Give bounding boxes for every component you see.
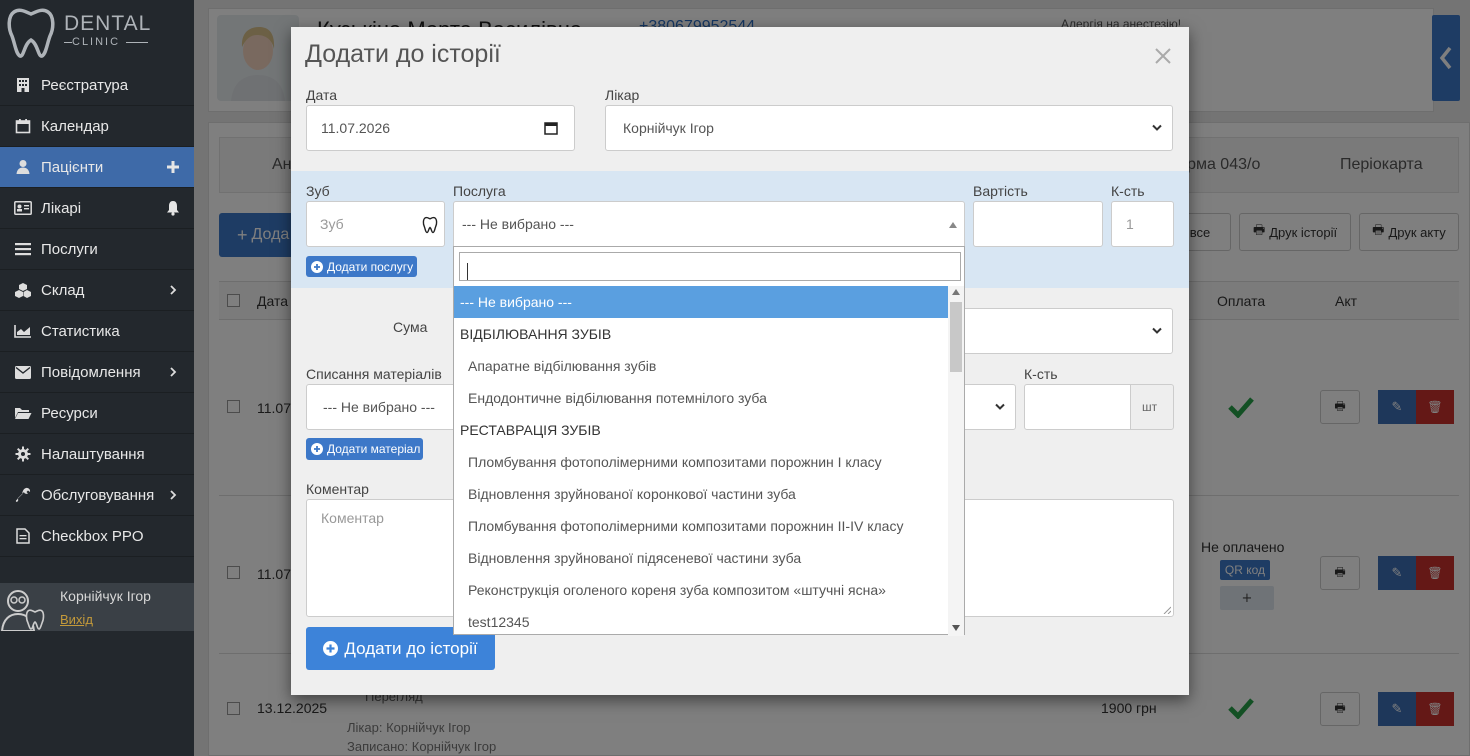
scrollbar-thumb[interactable] xyxy=(950,302,962,372)
service-select[interactable]: --- Не вибрано --- xyxy=(453,201,965,247)
quantity-label: К-сть xyxy=(1111,183,1145,199)
material-quantity-label: К-сть xyxy=(1024,366,1058,382)
service-options-list: --- Не вибрано --- ВІДБІЛЮВАННЯ ЗУБІВ Ап… xyxy=(454,286,948,636)
materials-label: Списання матеріалів xyxy=(306,366,442,382)
dropdown-option[interactable]: test12345 xyxy=(454,606,948,636)
chevron-down-icon xyxy=(995,403,1005,410)
dropdown-option[interactable]: --- Не вибрано --- xyxy=(454,286,948,318)
date-input[interactable]: 11.07.2026 xyxy=(306,105,575,151)
scroll-up-icon[interactable] xyxy=(952,289,960,295)
date-label: Дата xyxy=(306,87,338,103)
dropdown-group-header: ВІДБІЛЮВАННЯ ЗУБІВ xyxy=(460,326,612,342)
dropdown-option[interactable]: Пломбування фотополімерними композитами … xyxy=(454,446,948,478)
quantity-input[interactable]: 1 xyxy=(1111,201,1174,247)
caret-up-icon xyxy=(949,222,957,228)
plus-circle-icon xyxy=(311,260,323,273)
sum-label: Сума xyxy=(393,319,428,335)
add-service-button[interactable]: Додати послугу xyxy=(306,256,417,277)
tooth-label: Зуб xyxy=(306,183,330,199)
add-material-button[interactable]: Додати матеріал xyxy=(306,438,423,460)
dropdown-option[interactable]: Відновлення зруйнованої підясеневої част… xyxy=(454,542,948,574)
doctor-label: Лікар xyxy=(605,87,640,103)
calendar-picker-icon[interactable] xyxy=(544,121,558,135)
plus-circle-icon xyxy=(323,641,339,656)
plus-circle-icon xyxy=(311,443,323,455)
dropdown-option[interactable]: Апаратне відбілювання зубів xyxy=(454,350,948,382)
chevron-down-icon xyxy=(1152,327,1162,334)
cost-input[interactable] xyxy=(973,201,1103,247)
service-label: Послуга xyxy=(453,183,506,199)
material-quantity-input[interactable] xyxy=(1024,384,1131,430)
modal-title: Додати до історії xyxy=(305,40,501,68)
tooth-input[interactable]: Зуб xyxy=(306,201,445,247)
unit-addon: шт xyxy=(1130,384,1174,430)
doctor-select[interactable]: Корнійчук Ігор xyxy=(605,105,1173,151)
dropdown-scrollbar[interactable] xyxy=(948,286,964,636)
resize-handle-icon[interactable] xyxy=(1163,606,1171,614)
comment-label: Коментар xyxy=(306,481,369,497)
service-search-input[interactable] xyxy=(459,252,961,281)
tooth-icon[interactable] xyxy=(422,216,438,234)
dropdown-option[interactable]: Пломбування фотополімерними композитами … xyxy=(454,510,948,542)
sum-currency-select[interactable] xyxy=(961,308,1173,354)
modal-backdrop-sidebar xyxy=(0,0,194,756)
cost-label: Вартість xyxy=(973,183,1028,199)
dropdown-option[interactable]: Ендодонтичне відбілювання потемнілого зу… xyxy=(454,382,948,414)
materials-select[interactable]: --- Не вибрано --- xyxy=(306,384,466,430)
dropdown-option[interactable]: Реконструкція оголеного кореня зуба комп… xyxy=(454,574,948,606)
service-dropdown: --- Не вибрано --- ВІДБІЛЮВАННЯ ЗУБІВ Ап… xyxy=(453,246,965,636)
dropdown-option[interactable]: Відновлення зруйнованої коронкової части… xyxy=(454,478,948,510)
close-icon[interactable] xyxy=(1153,46,1173,66)
scroll-down-icon[interactable] xyxy=(952,625,960,631)
dropdown-group-header: РЕСТАВРАЦІЯ ЗУБІВ xyxy=(460,422,601,438)
chevron-down-icon xyxy=(1152,124,1162,131)
